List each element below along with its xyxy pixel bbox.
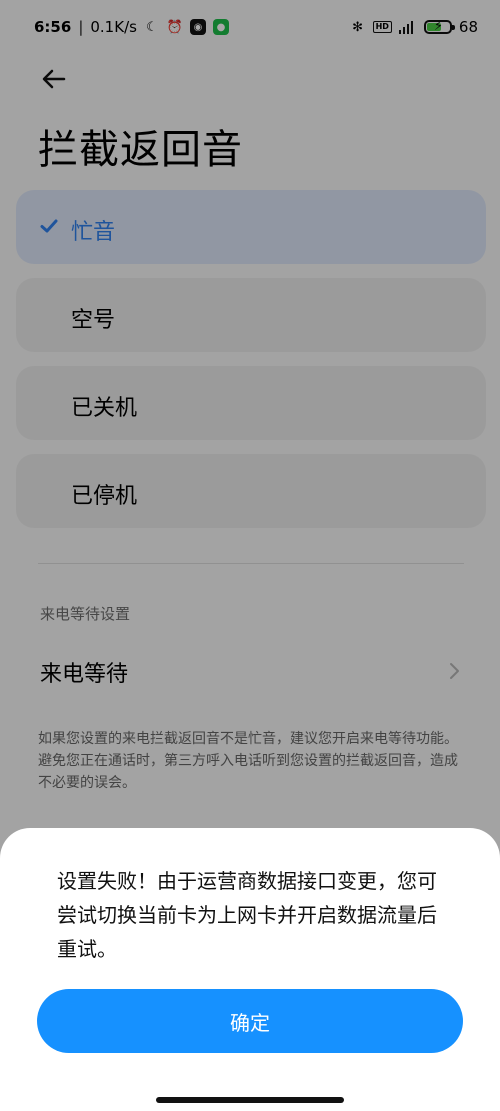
confirm-button[interactable]: 确定	[37, 989, 463, 1053]
error-bottom-sheet: 设置失败！由于运营商数据接口变更，您可尝试切换当前卡为上网卡并开启数据流量后重试…	[0, 828, 500, 1111]
error-message: 设置失败！由于运营商数据接口变更，您可尝试切换当前卡为上网卡并开启数据流量后重试…	[57, 869, 437, 961]
home-indicator[interactable]	[156, 1097, 344, 1103]
